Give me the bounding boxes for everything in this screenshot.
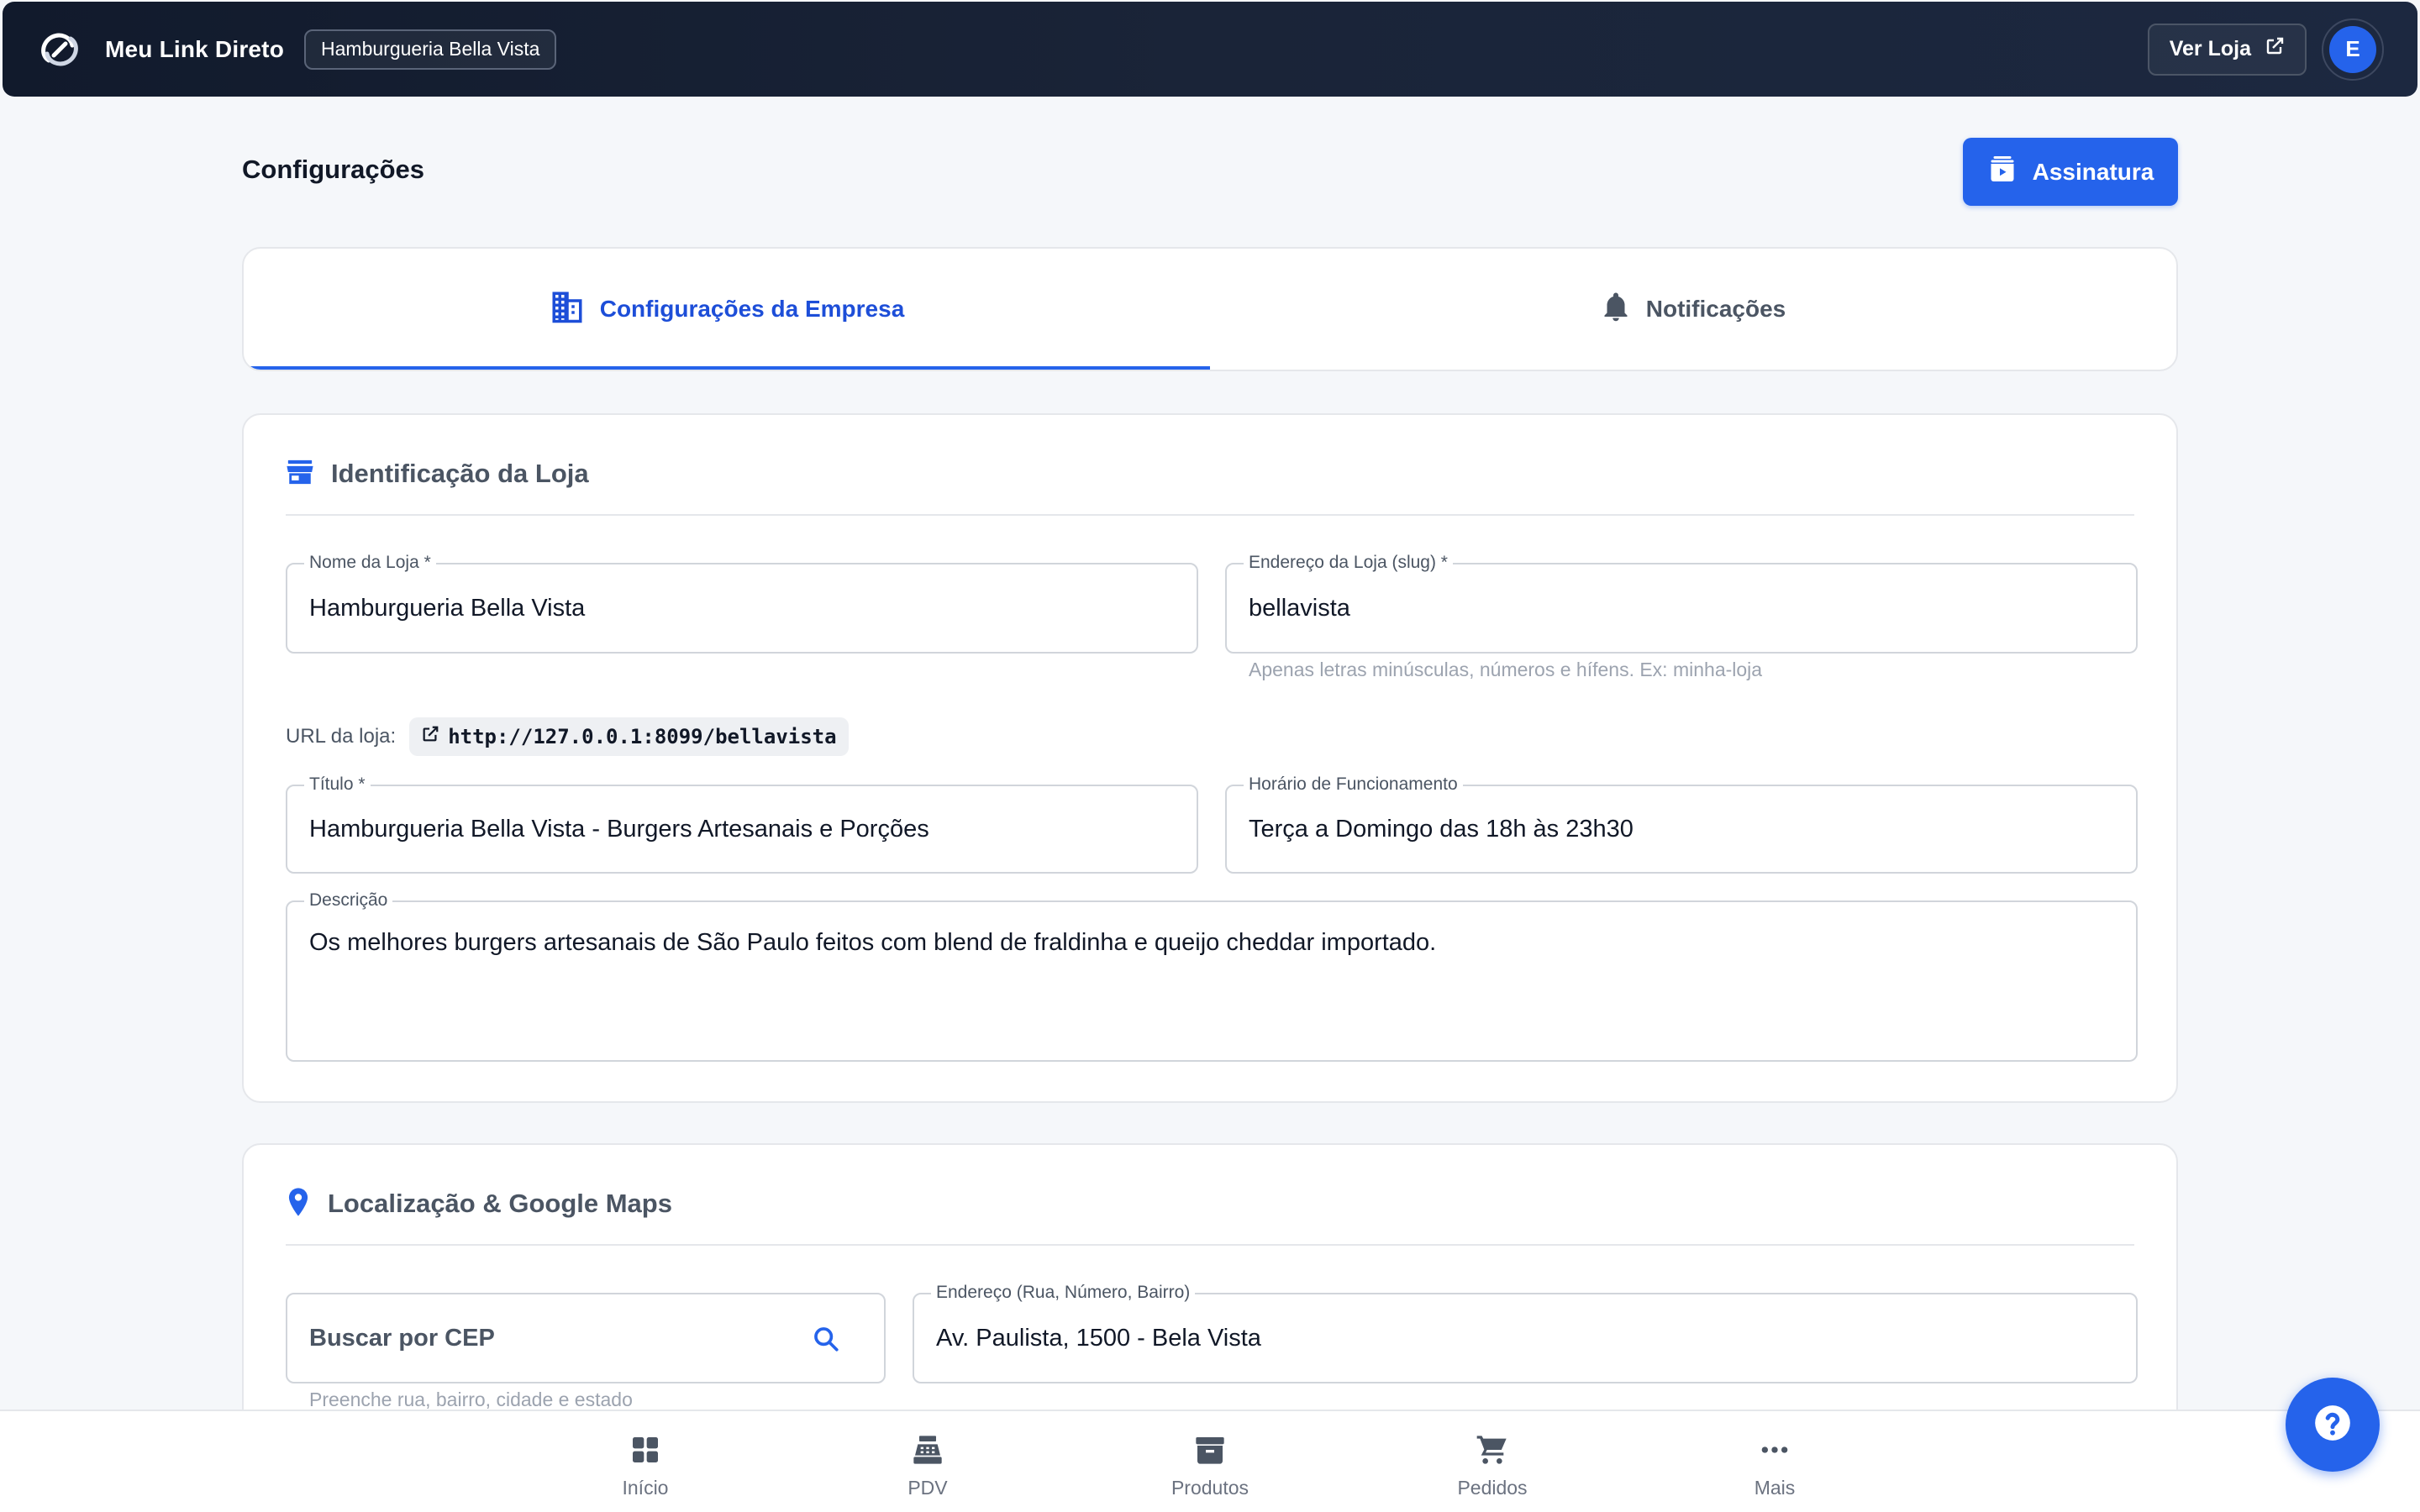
archive-box-icon — [1193, 1433, 1227, 1472]
slug-field[interactable]: Endereço da Loja (slug) * bellavista — [1225, 553, 2138, 654]
tab-label: Configurações da Empresa — [599, 296, 905, 322]
brand-name: Meu Link Direto — [105, 35, 285, 62]
section-title: Identificação da Loja — [331, 459, 589, 488]
cart-icon — [1475, 1433, 1510, 1472]
cep-placeholder: Buscar por CEP — [309, 1324, 495, 1352]
cep-search-input[interactable]: Buscar por CEP — [286, 1293, 886, 1383]
section-header: Identificação da Loja — [286, 449, 2134, 516]
url-row: URL da loja: http://127.0.0.1:8099/bella… — [286, 717, 849, 756]
avatar-button[interactable]: E — [2322, 18, 2384, 81]
field-value: Av. Paulista, 1500 - Bela Vista — [936, 1324, 1261, 1352]
external-link-icon — [421, 725, 439, 748]
nav-label: Pedidos — [1457, 1477, 1528, 1499]
cash-register-icon — [910, 1433, 945, 1472]
nav-item-mais[interactable]: Mais — [1691, 1433, 1859, 1499]
bell-icon — [1601, 290, 1631, 329]
field-value: Os melhores burgers artesanais de São Pa… — [309, 929, 1437, 956]
store-icon — [286, 459, 314, 490]
app-bar: Meu Link Direto Hamburgueria Bella Vista… — [3, 2, 2417, 97]
store-chip-label: Hamburgueria Bella Vista — [321, 38, 540, 60]
ver-loja-button[interactable]: Ver Loja — [2147, 23, 2307, 76]
field-value: Terça a Domingo das 18h às 23h30 — [1249, 815, 1634, 843]
subscription-icon — [1987, 154, 2018, 190]
field-label: Descrição — [304, 890, 393, 911]
store-chip[interactable]: Hamburgueria Bella Vista — [304, 29, 557, 70]
help-button[interactable] — [2286, 1378, 2380, 1472]
map-pin-icon — [286, 1187, 311, 1221]
slug-helper: Apenas letras minúsculas, números e hífe… — [1249, 659, 1763, 680]
grid-icon — [629, 1433, 662, 1472]
nav-item-inicio[interactable]: Início — [561, 1433, 729, 1499]
nav-label: PDV — [908, 1477, 948, 1499]
ver-loja-label: Ver Loja — [2169, 37, 2251, 60]
page-title: Configurações — [242, 155, 425, 184]
horario-field[interactable]: Horário de Funcionamento Terça a Domingo… — [1225, 774, 2138, 874]
bottom-nav: Início PDV Produtos Pedidos Mais — [0, 1410, 2420, 1512]
tab-configuracoes-empresa[interactable]: Configurações da Empresa — [244, 249, 1210, 370]
nav-label: Produtos — [1171, 1477, 1249, 1499]
store-url: http://127.0.0.1:8099/bellavista — [448, 725, 837, 748]
nav-label: Início — [622, 1477, 669, 1499]
section-header: Localização & Google Maps — [286, 1179, 2134, 1246]
nav-label: Mais — [1754, 1477, 1796, 1499]
search-icon[interactable] — [812, 1325, 840, 1357]
tab-notificacoes[interactable]: Notificações — [1210, 249, 2176, 370]
section-title: Localização & Google Maps — [328, 1189, 672, 1218]
nome-loja-field[interactable]: Nome da Loja * Hamburgueria Bella Vista — [286, 553, 1198, 654]
field-value: Hamburgueria Bella Vista - Burgers Artes… — [309, 815, 929, 843]
external-link-icon — [2265, 36, 2285, 62]
more-dots-icon — [1758, 1433, 1791, 1472]
endereco-field[interactable]: Endereço (Rua, Número, Bairro) Av. Pauli… — [913, 1283, 2138, 1383]
nav-item-produtos[interactable]: Produtos — [1126, 1433, 1294, 1499]
cep-helper: Preenche rua, bairro, cidade e estado — [309, 1389, 633, 1410]
building-icon — [550, 290, 585, 329]
field-value: bellavista — [1249, 594, 1350, 622]
assinatura-button[interactable]: Assinatura — [1963, 138, 2178, 206]
descricao-textarea[interactable]: Descrição Os melhores burgers artesanais… — [286, 890, 2138, 1062]
assinatura-label: Assinatura — [2032, 158, 2154, 185]
url-label: URL da loja: — [286, 725, 397, 748]
nav-item-pedidos[interactable]: Pedidos — [1408, 1433, 1576, 1499]
avatar: E — [2329, 25, 2376, 73]
nav-item-pdv[interactable]: PDV — [844, 1433, 1012, 1499]
tab-label: Notificações — [1645, 296, 1786, 322]
identificacao-card: Identificação da Loja Nome da Loja * Ham… — [242, 413, 2178, 1103]
settings-tabs: Configurações da Empresa Notificações — [242, 247, 2178, 371]
field-value: Hamburgueria Bella Vista — [309, 594, 586, 622]
logo-icon[interactable] — [36, 26, 83, 73]
store-url-link[interactable]: http://127.0.0.1:8099/bellavista — [409, 717, 849, 756]
help-icon — [2312, 1402, 2354, 1448]
titulo-field[interactable]: Título * Hamburgueria Bella Vista - Burg… — [286, 774, 1198, 874]
